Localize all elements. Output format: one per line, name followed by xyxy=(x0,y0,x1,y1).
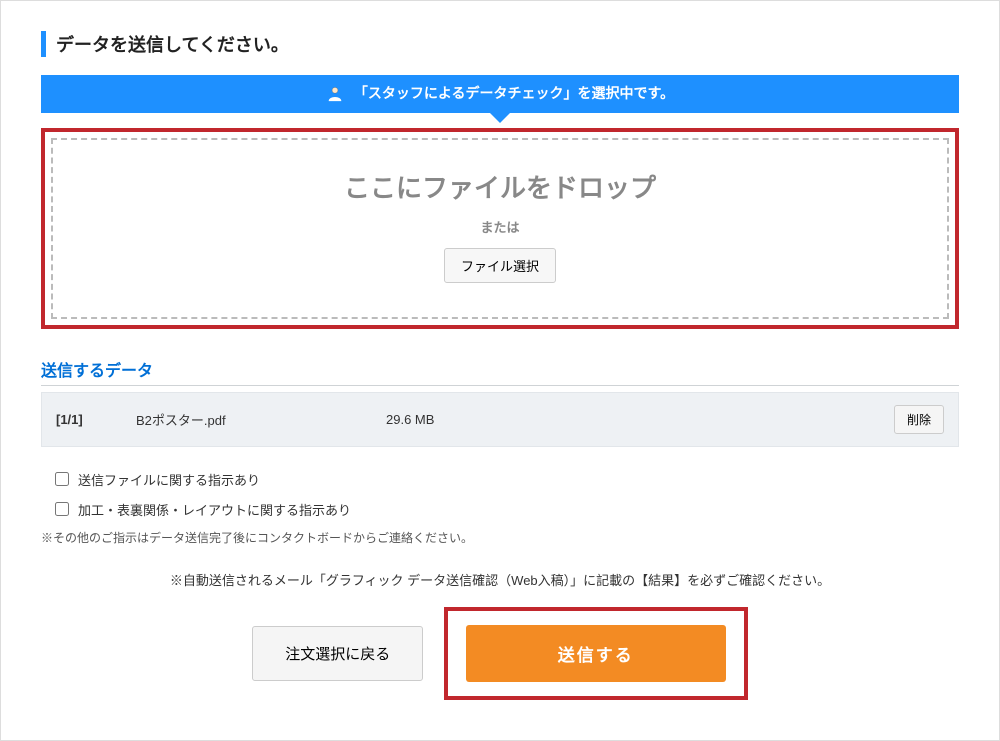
dropzone-or-label: または xyxy=(53,217,947,236)
submit-highlight: 送信する xyxy=(444,607,748,700)
checkbox-file-instructions[interactable] xyxy=(55,472,69,486)
checkbox-layout-instructions[interactable] xyxy=(55,502,69,516)
action-button-row: 注文選択に戻る 送信する xyxy=(41,607,959,700)
banner-pointer-icon xyxy=(490,113,510,123)
contact-board-note: ※その他のご指示はデータ送信完了後にコンタクトボードからご連絡ください。 xyxy=(41,529,959,546)
files-section-title: 送信するデータ xyxy=(41,357,959,386)
submit-button[interactable]: 送信する xyxy=(466,625,726,682)
file-row: [1/1] B2ポスター.pdf 29.6 MB 削除 xyxy=(41,392,959,447)
checkbox-file-instructions-label: 送信ファイルに関する指示あり xyxy=(78,470,260,489)
file-select-button[interactable]: ファイル選択 xyxy=(444,248,556,283)
email-confirm-note: ※自動送信されるメール「グラフィック データ送信確認（Web入稿）」に記載の【結… xyxy=(41,570,959,589)
staff-icon xyxy=(326,84,344,102)
page-frame: データを送信してください。 「スタッフによるデータチェック」を選択中です。 ここ… xyxy=(0,0,1000,741)
status-banner: 「スタッフによるデータチェック」を選択中です。 xyxy=(41,75,959,113)
instructions-checkboxes: 送信ファイルに関する指示あり 加工・表裏関係・レイアウトに関する指示あり xyxy=(51,469,959,519)
checkbox-row-file-instructions[interactable]: 送信ファイルに関する指示あり xyxy=(51,469,959,489)
file-name: B2ポスター.pdf xyxy=(136,410,386,429)
status-banner-text: 「スタッフによるデータチェック」を選択中です。 xyxy=(354,83,674,103)
back-button[interactable]: 注文選択に戻る xyxy=(252,626,423,681)
page-title: データを送信してください。 xyxy=(41,31,959,57)
dropzone-highlight: ここにファイルをドロップ または ファイル選択 xyxy=(41,128,959,329)
checkbox-layout-instructions-label: 加工・表裏関係・レイアウトに関する指示あり xyxy=(78,500,351,519)
dropzone-title: ここにファイルをドロップ xyxy=(53,168,947,205)
delete-file-button[interactable]: 削除 xyxy=(894,405,944,434)
file-drop-zone[interactable]: ここにファイルをドロップ または ファイル選択 xyxy=(51,138,949,319)
checkbox-row-layout-instructions[interactable]: 加工・表裏関係・レイアウトに関する指示あり xyxy=(51,499,959,519)
file-size: 29.6 MB xyxy=(386,412,894,427)
file-index: [1/1] xyxy=(56,412,136,427)
